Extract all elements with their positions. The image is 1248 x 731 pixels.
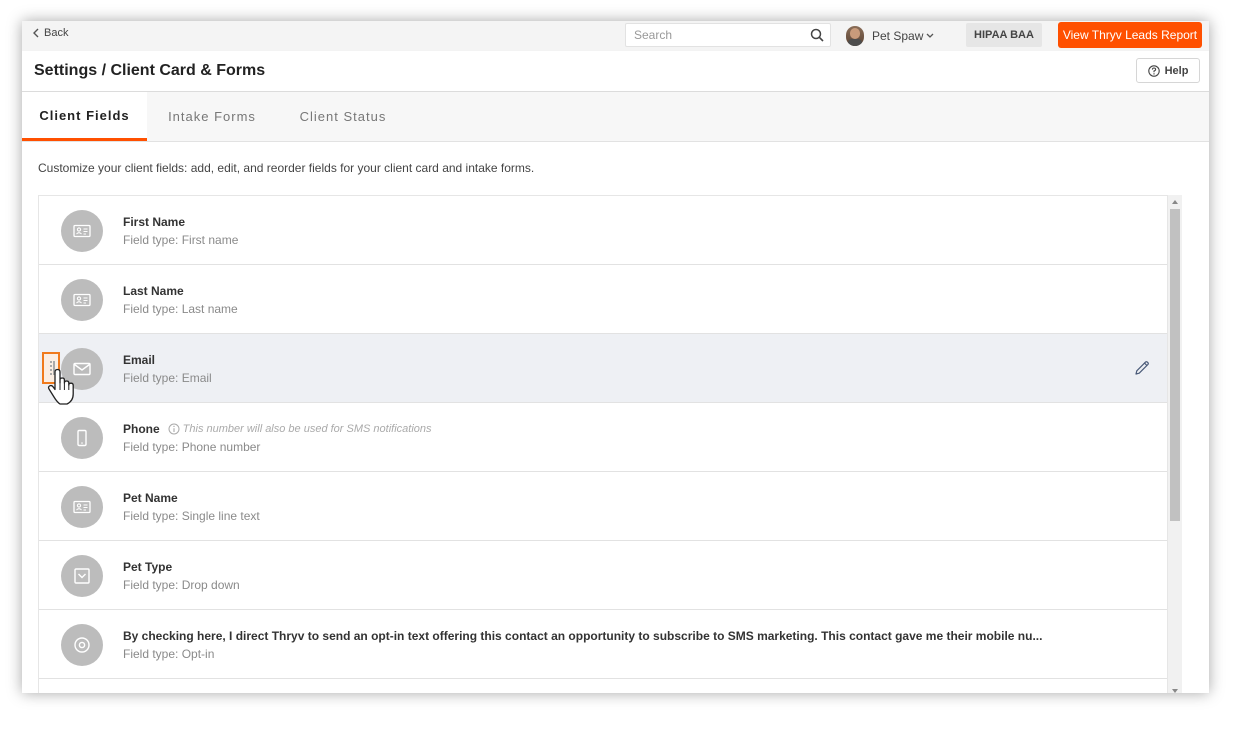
field-row[interactable]: First Name Field type: First name: [39, 196, 1167, 265]
chevron-left-icon: [33, 28, 39, 38]
search-input[interactable]: [626, 24, 804, 46]
scrollbar-thumb[interactable]: [1170, 209, 1180, 521]
field-name: First Name: [123, 215, 185, 229]
page-title: Settings / Client Card & Forms: [34, 62, 266, 79]
field-row[interactable]: Email Field type: Email: [39, 334, 1167, 405]
top-bar: Back Pet Spaw HIPAA BAA View Thryv Leads…: [22, 21, 1209, 51]
field-name-text: By checking here, I direct Thryv to send…: [123, 629, 1043, 643]
id-card-icon: [73, 500, 91, 514]
field-row[interactable]: Pet Type Field type: Drop down: [39, 541, 1167, 610]
field-name-text: Phone: [123, 422, 160, 436]
field-icon-circle: [61, 210, 103, 252]
field-row[interactable]: By checking here, I direct Thryv to send…: [39, 610, 1167, 679]
scroll-down-arrow-icon[interactable]: [1172, 689, 1178, 693]
field-name-text: Pet Name: [123, 491, 178, 505]
field-name: By checking here, I direct Thryv to send…: [123, 629, 1042, 643]
field-row[interactable]: Phone This number will also be used for …: [39, 403, 1167, 472]
title-bar: Settings / Client Card & Forms Help: [22, 51, 1209, 92]
field-name-text: Email: [123, 353, 156, 367]
field-row-partial[interactable]: [39, 679, 1167, 693]
field-name: Email: [123, 353, 155, 367]
field-list: First Name Field type: First name Last N…: [38, 195, 1168, 693]
help-button[interactable]: Help: [1136, 58, 1200, 83]
phone-icon: [77, 429, 87, 447]
field-name-text: Pet Type: [123, 560, 173, 574]
field-type: Field type: Last name: [123, 302, 238, 316]
field-type: Field type: Opt-in: [123, 647, 215, 661]
pencil-icon[interactable]: [1133, 359, 1151, 377]
view-leads-report-button[interactable]: View Thryv Leads Report: [1058, 22, 1202, 48]
radio-icon: [74, 637, 90, 653]
tab-intake-forms[interactable]: Intake Forms: [154, 92, 270, 141]
field-type: Field type: Phone number: [123, 440, 261, 454]
list-scrollbar[interactable]: [1168, 195, 1182, 693]
avatar: [846, 26, 864, 46]
question-circle-icon: [1147, 64, 1160, 77]
dropdown-icon: [74, 568, 90, 584]
tab-bar: Client Fields Intake Forms Client Status: [22, 92, 1209, 142]
field-name: Last Name: [123, 284, 184, 298]
field-icon-circle: [61, 279, 103, 321]
scroll-up-arrow-icon[interactable]: [1172, 200, 1178, 204]
field-name-text: First Name: [123, 215, 186, 229]
field-icon-circle: [61, 624, 103, 666]
info-icon: [168, 423, 180, 435]
field-row[interactable]: Last Name Field type: Last name: [39, 265, 1167, 334]
tab-client-status[interactable]: Client Status: [286, 92, 400, 141]
field-name: Pet Type: [123, 560, 172, 574]
field-type: Field type: Drop down: [123, 578, 240, 592]
search-icon[interactable]: [810, 28, 824, 42]
id-card-icon: [73, 224, 91, 238]
field-note: This number will also be used for SMS no…: [168, 423, 432, 435]
field-type: Field type: Single line text: [123, 509, 260, 523]
field-icon-circle: [61, 555, 103, 597]
app-window: Back Pet Spaw HIPAA BAA View Thryv Leads…: [22, 21, 1209, 693]
hipaa-baa-button[interactable]: HIPAA BAA: [966, 23, 1042, 47]
field-type: Field type: Email: [123, 371, 212, 385]
field-row[interactable]: Pet Name Field type: Single line text: [39, 472, 1167, 541]
id-card-icon: [73, 293, 91, 307]
hand-cursor-icon: [47, 368, 74, 405]
help-label: Help: [1164, 64, 1189, 77]
field-type: Field type: First name: [123, 233, 239, 247]
user-name: Pet Spaw: [872, 29, 924, 43]
field-note-text: This number will also be used for SMS no…: [182, 423, 432, 435]
field-name: Phone This number will also be used for …: [123, 422, 432, 436]
field-icon-circle: [61, 417, 103, 459]
field-name: Pet Name: [123, 491, 178, 505]
back-link[interactable]: Back: [32, 27, 68, 39]
field-icon-circle: [61, 486, 103, 528]
search-box: [625, 23, 831, 47]
user-menu[interactable]: Pet Spaw: [846, 26, 934, 46]
tab-client-fields[interactable]: Client Fields: [22, 92, 147, 141]
field-name-text: Last Name: [123, 284, 184, 298]
chevron-down-icon: [926, 33, 934, 38]
intro-text: Customize your client fields: add, edit,…: [38, 161, 535, 175]
back-label: Back: [44, 27, 69, 39]
